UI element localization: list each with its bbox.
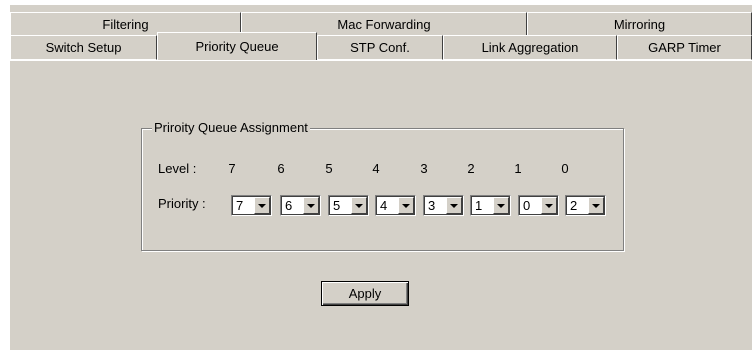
select-value: 7 [236,198,244,213]
level-value: 4 [372,161,380,176]
level-value: 1 [514,161,522,176]
tab-link-aggregation[interactable]: Link Aggregation [443,35,617,60]
tab-label: Switch Setup [45,40,122,55]
select-value: 0 [523,198,531,213]
dropdown-arrow-icon[interactable] [254,197,270,214]
tab-label: Link Aggregation [481,40,579,55]
tab-row-front: Switch Setup Priority Queue STP Conf. Li… [10,32,752,60]
select-value: 2 [570,198,578,213]
priority-select-level-7[interactable]: 7 [231,195,272,216]
level-value: 3 [420,161,428,176]
tab-panel: Priroity Queue Assignment Level : Priori… [10,60,752,350]
dropdown-arrow-icon[interactable] [303,197,319,214]
dropdown-arrow-icon[interactable] [493,197,509,214]
dropdown-arrow-icon[interactable] [398,197,414,214]
tab-label: STP Conf. [350,40,410,55]
priority-select-level-6[interactable]: 6 [280,195,321,216]
priority-select-level-0[interactable]: 2 [565,195,606,216]
tab-stp-conf[interactable]: STP Conf. [317,35,443,60]
priority-queue-group: Priroity Queue Assignment Level : Priori… [141,120,624,251]
priority-select-level-4[interactable]: 4 [375,195,416,216]
select-value: 1 [475,198,483,213]
dropdown-arrow-icon[interactable] [588,197,604,214]
tab-mirroring[interactable]: Mirroring [527,12,752,37]
dropdown-arrow-icon[interactable] [446,197,462,214]
priority-select-level-1[interactable]: 0 [518,195,559,216]
level-value: 7 [228,161,236,176]
priority-select-level-5[interactable]: 5 [328,195,369,216]
level-values: 7 6 5 4 3 2 1 0 7 6 5 4 3 1 0 2 [142,129,623,250]
select-value: 4 [380,198,388,213]
tab-label: Mirroring [613,17,666,32]
level-value: 2 [467,161,475,176]
apply-button[interactable]: Apply [321,281,409,306]
tab-label: GARP Timer [648,40,721,55]
level-value: 0 [561,161,569,176]
tab-label: Priority Queue [195,39,279,54]
priority-select-level-2[interactable]: 1 [470,195,511,216]
dropdown-arrow-icon[interactable] [351,197,367,214]
select-value: 3 [428,198,436,213]
select-value: 5 [333,198,341,213]
window: Filtering Mac Forwarding Mirroring Switc… [10,5,752,350]
tab-priority-queue[interactable]: Priority Queue [157,32,317,60]
tab-garp-timer[interactable]: GARP Timer [617,35,752,60]
select-value: 6 [285,198,293,213]
level-value: 5 [325,161,333,176]
tab-label: Filtering [102,17,149,32]
priority-select-level-3[interactable]: 3 [423,195,464,216]
dropdown-arrow-icon[interactable] [541,197,557,214]
tab-row-back: Filtering Mac Forwarding Mirroring [10,12,752,37]
level-value: 6 [277,161,285,176]
tab-label: Mac Forwarding [337,17,431,32]
tab-switch-setup[interactable]: Switch Setup [10,35,157,60]
